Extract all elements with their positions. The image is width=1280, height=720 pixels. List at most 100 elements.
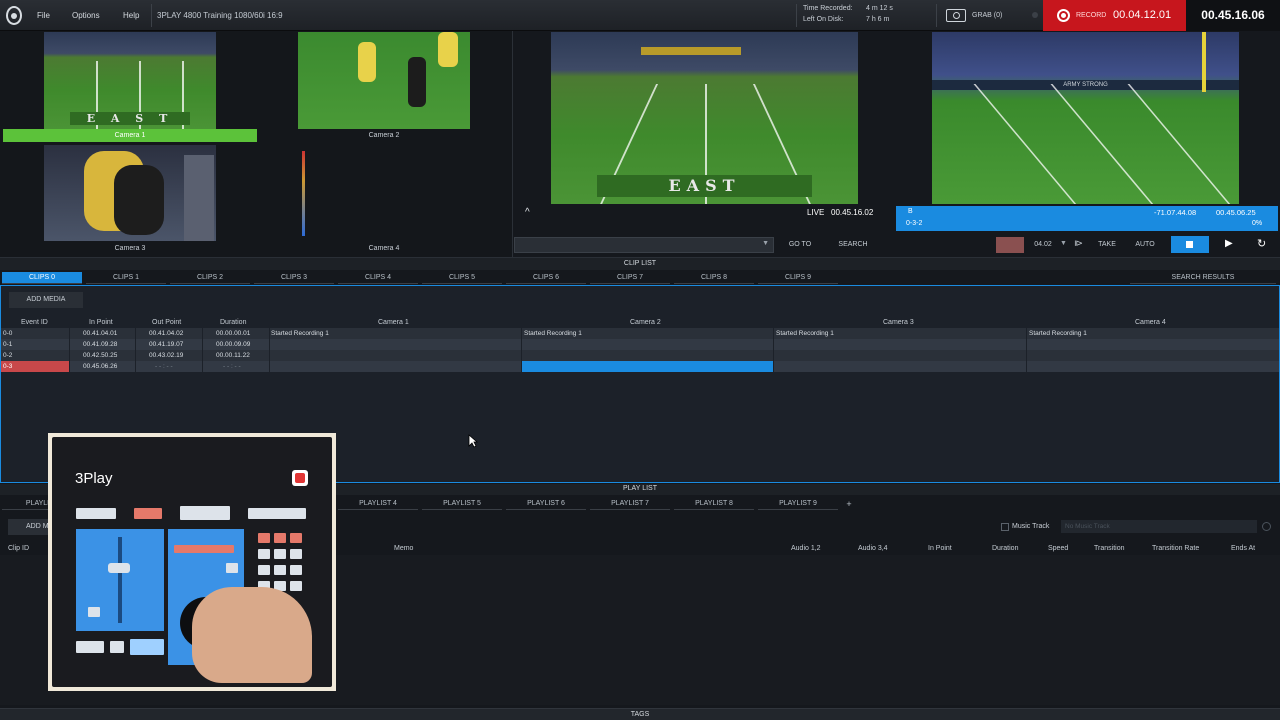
search-button[interactable]: SEARCH	[834, 238, 872, 252]
tbar-panel	[76, 529, 164, 631]
music-track-select[interactable]: No Music Track	[1061, 520, 1257, 533]
col-camera-4[interactable]: Camera 4	[1135, 319, 1166, 326]
row-out-point: 00.41.04.02	[149, 330, 184, 337]
clip-list-header: CLIP LIST	[0, 257, 1280, 270]
add-media-button[interactable]: ADD MEDIA	[9, 292, 83, 308]
stop-button[interactable]	[1171, 236, 1209, 253]
col-camera-2[interactable]: Camera 2	[630, 319, 661, 326]
row-event-id: 0-3	[3, 363, 13, 370]
add-playlist-button[interactable]: +	[842, 498, 856, 510]
goto-button[interactable]: GO TO	[782, 238, 818, 252]
row-duration: - - : - -	[223, 363, 241, 370]
tab-clips-7[interactable]: CLIPS 7	[590, 272, 670, 284]
program-timecode-left: -71.07.44.08	[1154, 208, 1197, 217]
speed-value[interactable]: 04.02	[1028, 238, 1058, 252]
table-row[interactable]: 0-1 00.41.09.28 00.41.19.07 00.00.09.09	[1, 339, 1279, 350]
col-camera-1[interactable]: Camera 1	[378, 319, 409, 326]
app-logo-icon	[6, 6, 22, 25]
tab-playlist-4[interactable]: PLAYLIST 4	[338, 498, 418, 510]
program-percent: 0%	[1252, 220, 1263, 227]
tab-search-results[interactable]: SEARCH RESULTS	[1130, 272, 1276, 284]
clip-thumbnail[interactable]	[996, 237, 1024, 253]
col-camera-3[interactable]: Camera 3	[883, 319, 914, 326]
tab-clips-8[interactable]: CLIPS 8	[674, 272, 754, 284]
music-track-checkbox[interactable]	[1001, 523, 1009, 531]
row-out-point: - - : - -	[155, 363, 173, 370]
menu-help[interactable]: Help	[123, 11, 139, 20]
playback-progress-bar[interactable]: B 0-3-2 -71.07.44.08 00.45.06.25 0%	[896, 206, 1278, 231]
music-settings-icon[interactable]	[1262, 522, 1271, 531]
tab-playlist-6[interactable]: PLAYLIST 6	[506, 498, 586, 510]
tab-clips-1[interactable]: CLIPS 1	[86, 272, 166, 284]
tab-playlist-7[interactable]: PLAYLIST 7	[590, 498, 670, 510]
col-clip-id[interactable]: Clip ID	[8, 545, 29, 552]
tab-clips-4[interactable]: CLIPS 4	[338, 272, 418, 284]
camera-4-label: Camera 4	[368, 245, 400, 252]
row-event-id: 0-0	[3, 330, 13, 337]
col-out-point[interactable]: Out Point	[152, 319, 181, 326]
step-forward-icon[interactable]: ⧐	[1074, 238, 1083, 249]
tab-clips-9[interactable]: CLIPS 9	[758, 272, 838, 284]
col-ends-at[interactable]: Ends At	[1231, 545, 1255, 552]
col-speed[interactable]: Speed	[1048, 545, 1068, 552]
controller-record-button	[292, 470, 308, 486]
row-camera-1: Started Recording 1	[271, 330, 329, 337]
controller-face: 3Play	[52, 437, 332, 687]
table-row[interactable]: 0-0 00.41.04.01 00.41.04.02 00.00.00.01 …	[1, 328, 1279, 339]
mouse-cursor-icon	[468, 434, 478, 448]
col-duration[interactable]: Duration	[992, 545, 1018, 552]
speed-chevron-icon[interactable]: ▼	[1060, 240, 1067, 247]
tab-clips-0[interactable]: CLIPS 0	[2, 272, 82, 284]
camera-1-feed[interactable]: E A S T	[44, 32, 216, 129]
record-time: 00.04.12.01	[1113, 9, 1172, 21]
multiview-panel: E A S T Camera 1 Camera 2 Camera 3 Camer…	[0, 31, 512, 257]
tab-playlist-9[interactable]: PLAYLIST 9	[758, 498, 838, 510]
program-clip-id: 0-3-2	[906, 220, 923, 227]
selected-cell-camera-2[interactable]	[522, 361, 773, 372]
col-memo[interactable]: Memo	[394, 545, 413, 552]
system-clock: 00.45.16.06	[1186, 0, 1280, 31]
auto-button[interactable]: AUTO	[1128, 238, 1162, 252]
col-audio-34[interactable]: Audio 3,4	[858, 545, 888, 552]
tab-clips-3[interactable]: CLIPS 3	[254, 272, 334, 284]
tab-clips-6[interactable]: CLIPS 6	[506, 272, 586, 284]
col-transition[interactable]: Transition	[1094, 545, 1124, 552]
row-in-point: 00.41.04.01	[83, 330, 118, 337]
menu-file[interactable]: File	[37, 11, 50, 20]
col-transition-rate[interactable]: Transition Rate	[1152, 545, 1199, 552]
camera-grab-icon[interactable]	[946, 9, 966, 22]
tags-button[interactable]: TAGS	[0, 711, 1280, 718]
col-audio-12[interactable]: Audio 1,2	[791, 545, 821, 552]
clip-search-dropdown[interactable]: ▼	[514, 237, 774, 253]
audio-meter	[302, 151, 305, 236]
preview-monitor[interactable]: EAST	[551, 32, 858, 204]
expand-caret-icon[interactable]: ^	[525, 207, 530, 218]
tab-playlist-8[interactable]: PLAYLIST 8	[674, 498, 754, 510]
col-event-id[interactable]: Event ID	[21, 319, 48, 326]
col-in-point[interactable]: In Point	[928, 545, 952, 552]
left-on-disk-label: Left On Disk:	[803, 16, 844, 23]
tab-clips-5[interactable]: CLIPS 5	[422, 272, 502, 284]
chevron-down-icon: ▼	[762, 240, 769, 247]
time-recorded-label: Time Recorded:	[803, 5, 853, 12]
loop-icon[interactable]: ↻	[1257, 237, 1266, 250]
table-row[interactable]: 0-2 00.42.50.25 00.43.02.19 00.00.11.22	[1, 350, 1279, 361]
menu-options[interactable]: Options	[72, 11, 100, 20]
row-event-id: 0-2	[3, 352, 13, 359]
tab-clips-2[interactable]: CLIPS 2	[170, 272, 250, 284]
program-monitor[interactable]: ARMY STRONG	[932, 32, 1239, 204]
camera-3-feed[interactable]	[44, 145, 216, 241]
col-in-point[interactable]: In Point	[89, 319, 113, 326]
camera-2-feed[interactable]	[298, 32, 470, 129]
operator-hand	[192, 587, 312, 683]
take-button[interactable]: TAKE	[1094, 238, 1120, 252]
grab-button[interactable]: GRAB (0)	[972, 12, 1002, 19]
camera-3-label: Camera 3	[114, 245, 146, 252]
top-bar: File Options Help 3PLAY 4800 Training 10…	[0, 0, 1280, 31]
record-button[interactable]: RECORD 00.04.12.01	[1043, 0, 1186, 31]
play-icon[interactable]: ▶	[1225, 238, 1233, 249]
table-row[interactable]: 0-3 00.45.06.26 - - : - - - - : - -	[1, 361, 1279, 372]
row-duration: 00.00.11.22	[216, 352, 250, 359]
tab-playlist-5[interactable]: PLAYLIST 5	[422, 498, 502, 510]
col-duration[interactable]: Duration	[220, 319, 246, 326]
